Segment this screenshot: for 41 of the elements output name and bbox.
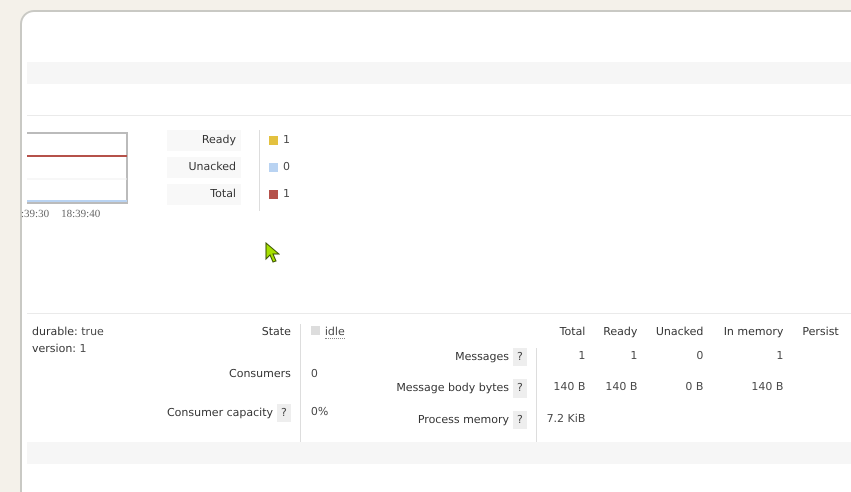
- table-cell: 140 B: [751, 380, 784, 394]
- table-cell: 0 B: [685, 380, 704, 394]
- axis-tick-label: :39:30: [21, 207, 50, 222]
- legend-value: 1: [283, 132, 290, 148]
- column-header: In memory: [724, 325, 784, 338]
- table-cell: 1: [630, 348, 638, 362]
- feature-value: true: [81, 325, 104, 338]
- help-icon: ?: [277, 404, 291, 422]
- table-cell: 1: [776, 348, 784, 362]
- field-label: Consumer capacity: [167, 406, 274, 419]
- feature-label: durable:: [32, 325, 78, 338]
- column-header: Unacked: [656, 325, 704, 338]
- field-value: 0: [310, 366, 318, 380]
- state-value: idle: [324, 325, 345, 339]
- axis-tick-label: 18:39:40: [61, 207, 100, 222]
- cursor-icon: [265, 242, 280, 263]
- table-cell: 140 B: [553, 380, 586, 394]
- column-header: Persist: [802, 325, 839, 338]
- state-icon: [310, 326, 320, 335]
- column-header: Ready: [603, 325, 638, 338]
- legend-label: Unacked: [167, 157, 241, 178]
- table-cell: 1: [578, 348, 586, 362]
- field-label: State: [262, 325, 291, 338]
- table-cell: 140 B: [605, 380, 638, 394]
- field-label: Consumers: [229, 366, 291, 380]
- table-cell: 7.2 KiB: [546, 412, 586, 424]
- legend-label: Total: [167, 184, 241, 205]
- table-cell: 0: [696, 348, 704, 362]
- legend-label: Ready: [167, 130, 241, 151]
- column-header: Total: [560, 325, 586, 338]
- row-label: Message body bytes: [396, 381, 510, 394]
- row-label: Messages: [455, 350, 510, 363]
- field-value: 0%: [310, 404, 328, 418]
- feature-value: 1: [80, 342, 86, 355]
- legend-value: 1: [283, 186, 290, 202]
- help-icon: ?: [513, 379, 527, 398]
- row-label: Process memory: [418, 412, 510, 426]
- feature-label: version:: [32, 342, 76, 355]
- help-icon: ?: [513, 348, 527, 366]
- legend-value: 0: [283, 159, 290, 175]
- help-icon: ?: [513, 410, 527, 429]
